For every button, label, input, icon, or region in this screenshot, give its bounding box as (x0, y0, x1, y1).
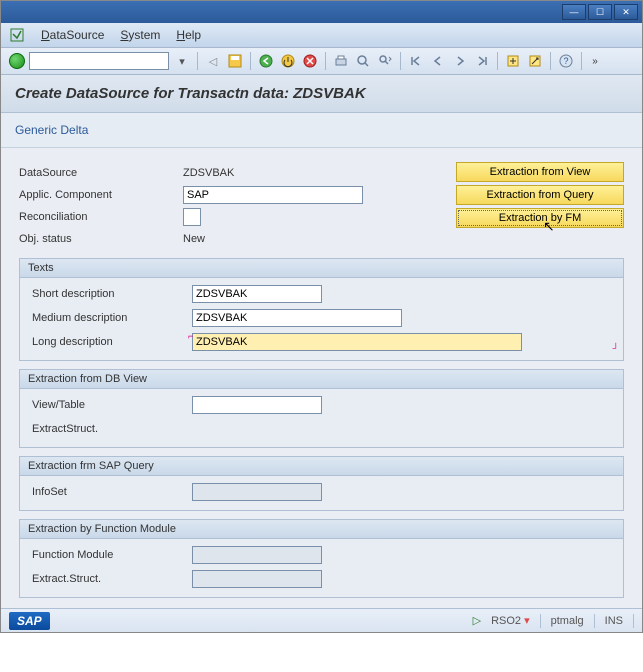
enter-button[interactable] (9, 53, 25, 69)
label-obj-status: Obj. status (19, 233, 183, 245)
value-obj-status: New (183, 233, 444, 245)
group-header-sap-query: Extraction frm SAP Query (20, 457, 623, 476)
input-extract-struct-fm (192, 570, 322, 588)
label-short-desc: Short description (28, 288, 192, 300)
close-button[interactable]: ✕ (614, 4, 638, 20)
subheader-link[interactable]: Generic Delta (1, 113, 642, 148)
group-texts: Texts Short description Medium descripti… (19, 258, 624, 361)
prev-page-icon[interactable] (429, 52, 447, 70)
input-reconciliation[interactable] (183, 208, 201, 226)
label-infoset: InfoSet (28, 486, 192, 498)
label-function-module: Function Module (28, 549, 192, 561)
input-function-module (192, 546, 322, 564)
btn-extraction-from-query[interactable]: Extraction from Query (456, 185, 624, 205)
first-page-icon[interactable] (407, 52, 425, 70)
menubar: DataSource System Help (1, 23, 642, 48)
last-page-icon[interactable] (473, 52, 491, 70)
next-page-icon[interactable] (451, 52, 469, 70)
label-view-table: View/Table (28, 399, 192, 411)
label-medium-desc: Medium description (28, 312, 192, 324)
group-db-view: Extraction from DB View View/Table Extra… (19, 369, 624, 448)
print-icon[interactable] (332, 52, 350, 70)
status-tcode: RSO2 ▾ (491, 614, 530, 627)
input-applic-component[interactable] (183, 186, 363, 204)
label-reconciliation: Reconciliation (19, 211, 183, 223)
toolbar-expand-icon[interactable]: » (588, 52, 602, 70)
titlebar: — ☐ ✕ (1, 1, 642, 23)
content-area: Create DataSource for Transactn data: ZD… (1, 75, 642, 608)
svg-text:?: ? (563, 56, 568, 66)
menu-help[interactable]: Help (176, 28, 201, 42)
label-extract-struct-fm: Extract.Struct. (28, 573, 192, 585)
shortcut-icon[interactable] (526, 52, 544, 70)
label-datasource: DataSource (19, 167, 183, 179)
sap-logo: SAP (9, 612, 50, 630)
field-focus-corner: ⌐ (188, 331, 193, 341)
input-short-desc[interactable] (192, 285, 322, 303)
page-title: Create DataSource for Transactn data: ZD… (1, 75, 642, 113)
help-icon[interactable]: ? (557, 52, 575, 70)
input-infoset (192, 483, 322, 501)
cancel-icon[interactable] (301, 52, 319, 70)
input-medium-desc[interactable] (192, 309, 402, 327)
save-icon[interactable] (226, 52, 244, 70)
label-extractstruct-dbview: ExtractStruct. (28, 423, 192, 435)
btn-extraction-from-view[interactable]: Extraction from View (456, 162, 624, 182)
toolbar: ▾ ◁ ? » (1, 48, 642, 75)
status-user: ptmalg (551, 615, 584, 627)
value-datasource: ZDSVBAK (183, 167, 444, 179)
exit-icon[interactable] (279, 52, 297, 70)
menu-context-icon[interactable] (9, 27, 25, 43)
nav-back-icon[interactable] (257, 52, 275, 70)
maximize-button[interactable]: ☐ (588, 4, 612, 20)
label-long-desc: Long description (28, 336, 192, 348)
command-field[interactable] (29, 52, 169, 70)
group-sap-query: Extraction frm SAP Query InfoSet (19, 456, 624, 511)
group-function-module: Extraction by Function Module Function M… (19, 519, 624, 598)
group-header-db-view: Extraction from DB View (20, 370, 623, 389)
menu-datasource[interactable]: DataSource (41, 28, 104, 42)
find-next-icon[interactable] (376, 52, 394, 70)
group-header-texts: Texts (20, 259, 623, 278)
btn-extraction-by-fm[interactable]: Extraction by FM ↖ (456, 208, 624, 228)
label-applic-component: Applic. Component (19, 189, 183, 201)
group-header-function-module: Extraction by Function Module (20, 520, 623, 539)
find-icon[interactable] (354, 52, 372, 70)
field-focus-corner: ┘ (613, 343, 619, 353)
new-session-icon[interactable] (504, 52, 522, 70)
statusbar: SAP ▷ RSO2 ▾ ptmalg INS (1, 608, 642, 632)
sap-window: — ☐ ✕ DataSource System Help ▾ ◁ (0, 0, 643, 633)
dropdown-icon[interactable]: ▾ (173, 52, 191, 70)
back-icon[interactable]: ◁ (204, 52, 222, 70)
status-insert-mode: INS (605, 615, 623, 627)
input-long-desc[interactable] (192, 333, 522, 351)
minimize-button[interactable]: — (562, 4, 586, 20)
input-view-table[interactable] (192, 396, 322, 414)
btn-extraction-by-fm-label: Extraction by FM (499, 212, 582, 224)
menu-system[interactable]: System (120, 28, 160, 42)
status-nav-icon[interactable]: ▷ (473, 614, 481, 627)
